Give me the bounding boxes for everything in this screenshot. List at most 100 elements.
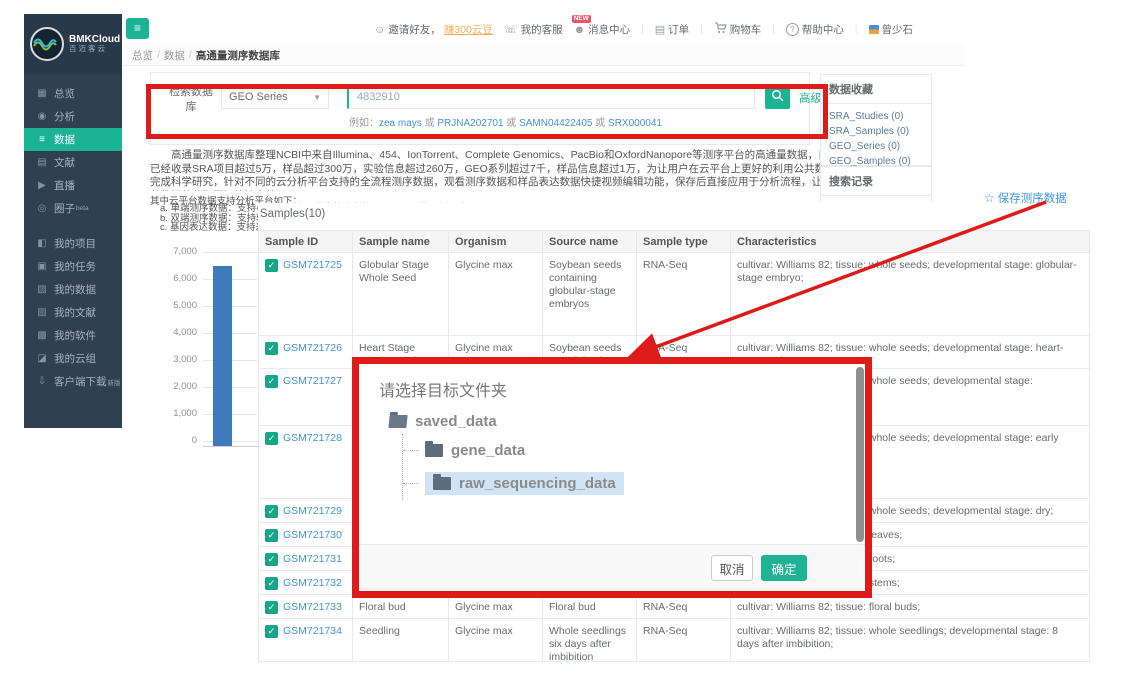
cancel-button[interactable]: 取消 xyxy=(711,555,753,581)
sidebar-item-live[interactable]: ▶直播 xyxy=(24,174,122,197)
star-icon: ☆ xyxy=(984,191,995,205)
sidebar-item-my-software[interactable]: ▩我的软件 xyxy=(24,324,122,347)
database-description: 高通量测序数据库整理NCBI中来自Illumina、454、IonTorrent… xyxy=(150,149,840,191)
sample-link[interactable]: GSM721731 xyxy=(283,553,342,566)
help-center-link[interactable]: ? 帮助中心 xyxy=(786,22,844,37)
y-tick-label: 5,000 xyxy=(140,300,197,311)
table-header-row: Sample ID Sample name Organism Source na… xyxy=(259,231,1089,253)
y-tick-label: 3,000 xyxy=(140,354,197,365)
row-checkbox[interactable]: ✓ xyxy=(265,259,278,272)
search-card: 检索数据库 GEO Series▼ 例如：zea mays 或 PRJNA202… xyxy=(150,72,810,145)
example-link[interactable]: PRJNA202701 xyxy=(437,118,503,129)
folder-tree: saved_data gene_data raw_sequencing_data xyxy=(389,408,624,500)
orders-link[interactable]: ▤ 订单 xyxy=(655,22,689,37)
circle-sup-badge: beta xyxy=(76,205,89,212)
selected-folder-highlight: raw_sequencing_data xyxy=(425,472,624,495)
search-icon xyxy=(771,89,784,105)
confirm-button[interactable]: 确定 xyxy=(761,555,807,581)
sample-link[interactable]: GSM721729 xyxy=(283,505,342,518)
data-icon: ≡ xyxy=(35,134,49,145)
row-checkbox[interactable]: ✓ xyxy=(265,375,278,388)
search-input[interactable] xyxy=(347,85,755,109)
new-badge: NEW xyxy=(572,15,591,23)
cart-link[interactable]: 购物车 xyxy=(714,22,762,37)
row-checkbox[interactable]: ✓ xyxy=(265,577,278,590)
sidebar-item-literature[interactable]: ▤文献 xyxy=(24,151,122,174)
search-history-title: 搜索记录 xyxy=(821,167,931,196)
user-menu[interactable]: 曾少石 xyxy=(869,22,914,37)
my-literature-icon: ▨ xyxy=(35,307,49,318)
tree-node-raw-sequencing-data[interactable]: raw_sequencing_data xyxy=(403,467,624,500)
chart-bar xyxy=(213,266,232,446)
row-checkbox[interactable]: ✓ xyxy=(265,553,278,566)
search-button[interactable] xyxy=(765,85,790,109)
headset-icon: ☏ xyxy=(504,23,518,36)
collection-geo-series[interactable]: GEO_Series (0) xyxy=(829,139,923,154)
collection-sra-studies[interactable]: SRA_Studies (0) xyxy=(829,109,923,124)
logo: BMKCloud 百迈客云 xyxy=(24,14,122,74)
table-row: ✓GSM721733 Floral bud Glycine max Floral… xyxy=(259,595,1089,619)
row-checkbox[interactable]: ✓ xyxy=(265,432,278,445)
folder-picker-dialog: 请选择目标文件夹 saved_data gene_data raw_sequen… xyxy=(352,357,872,598)
divider: | xyxy=(641,24,644,35)
tree-node-gene-data[interactable]: gene_data xyxy=(403,434,624,467)
sample-link[interactable]: GSM721725 xyxy=(283,259,342,272)
row-checkbox[interactable]: ✓ xyxy=(265,529,278,542)
message-center-link[interactable]: NEW ☻ 消息中心 xyxy=(574,22,631,37)
row-checkbox[interactable]: ✓ xyxy=(265,342,278,355)
client-download-icon: ⇩ xyxy=(35,376,49,387)
sidebar-item-data[interactable]: ≡数据 xyxy=(24,128,122,151)
sample-link[interactable]: GSM721730 xyxy=(283,529,342,542)
sidebar-item-my-literature[interactable]: ▨我的文献 xyxy=(24,301,122,324)
save-sequencing-data-link[interactable]: ☆保存测序数据 xyxy=(984,190,1067,206)
y-tick-label: 2,000 xyxy=(140,381,197,392)
row-checkbox[interactable]: ✓ xyxy=(265,601,278,614)
example-link[interactable]: zea mays xyxy=(379,118,422,129)
cart-icon xyxy=(714,22,727,37)
sidebar-item-client-download[interactable]: ⇩客户端下载新版 xyxy=(24,370,122,393)
y-tick-label: 6,000 xyxy=(140,273,197,284)
folder-icon xyxy=(425,444,443,457)
sidebar-item-my-projects[interactable]: ◧我的项目 xyxy=(24,232,122,255)
breadcrumb: 总览 / 数据 / 高通量测序数据库 xyxy=(122,45,965,66)
example-link[interactable]: SAMN04422405 xyxy=(519,118,592,129)
data-collections-panel: 数据收藏 SRA_Studies (0) SRA_Samples (0) GEO… xyxy=(820,74,932,166)
sample-link[interactable]: GSM721728 xyxy=(283,432,342,445)
results-bar-chart: 7,000 6,000 5,000 4,000 3,000 2,000 1,00… xyxy=(140,246,260,458)
sample-link[interactable]: GSM721726 xyxy=(283,342,342,355)
page: BMKCloud 百迈客云 ▦总览 ◉分析 ≡数据 ▤文献 ▶直播 ◎圈子bet… xyxy=(0,0,1128,682)
bmkcloud-logo-icon xyxy=(30,27,64,61)
table-row: ✓GSM721734 Seedling Glycine max Whole se… xyxy=(259,619,1089,661)
customer-service-link[interactable]: ☏ 我的客服 xyxy=(504,22,563,37)
dialog-scrollbar[interactable] xyxy=(856,367,864,542)
sidebar-item-my-data[interactable]: ▧我的数据 xyxy=(24,278,122,301)
collection-sra-samples[interactable]: SRA_Samples (0) xyxy=(829,124,923,139)
row-checkbox[interactable]: ✓ xyxy=(265,625,278,638)
sidebar: BMKCloud 百迈客云 ▦总览 ◉分析 ≡数据 ▤文献 ▶直播 ◎圈子bet… xyxy=(24,14,122,428)
sidebar-item-overview[interactable]: ▦总览 xyxy=(24,82,122,105)
example-link[interactable]: SRX000041 xyxy=(608,118,662,129)
breadcrumb-home[interactable]: 总览 xyxy=(132,48,153,63)
sidebar-toggle-button[interactable]: ≡ xyxy=(126,18,149,39)
invite-friends-link[interactable]: ☺ 邀请好友，赚300云豆 xyxy=(374,22,493,37)
row-checkbox[interactable]: ✓ xyxy=(265,505,278,518)
logo-subtitle: 百迈客云 xyxy=(69,45,120,53)
user-name: 曾少石 xyxy=(882,22,914,37)
order-document-icon: ▤ xyxy=(655,23,665,36)
database-select[interactable]: GEO Series▼ xyxy=(221,85,329,109)
breadcrumb-current: 高通量测序数据库 xyxy=(196,48,280,63)
sidebar-item-circle[interactable]: ◎圈子beta xyxy=(24,197,122,220)
folder-icon xyxy=(433,477,451,490)
my-data-icon: ▧ xyxy=(35,284,49,295)
tree-node-saved-data[interactable]: saved_data xyxy=(389,408,624,434)
sample-link[interactable]: GSM721733 xyxy=(283,601,342,614)
y-tick-label: 1,000 xyxy=(140,408,197,419)
samples-count-label: Samples(10) xyxy=(260,208,325,220)
sample-link[interactable]: GSM721732 xyxy=(283,577,342,590)
sidebar-item-my-tasks[interactable]: ▣我的任务 xyxy=(24,255,122,278)
sample-link[interactable]: GSM721734 xyxy=(283,625,342,638)
sample-link[interactable]: GSM721727 xyxy=(283,375,342,388)
sidebar-item-analysis[interactable]: ◉分析 xyxy=(24,105,122,128)
breadcrumb-section[interactable]: 数据 xyxy=(164,48,185,63)
sidebar-item-my-cloud-group[interactable]: ◪我的云组 xyxy=(24,347,122,370)
